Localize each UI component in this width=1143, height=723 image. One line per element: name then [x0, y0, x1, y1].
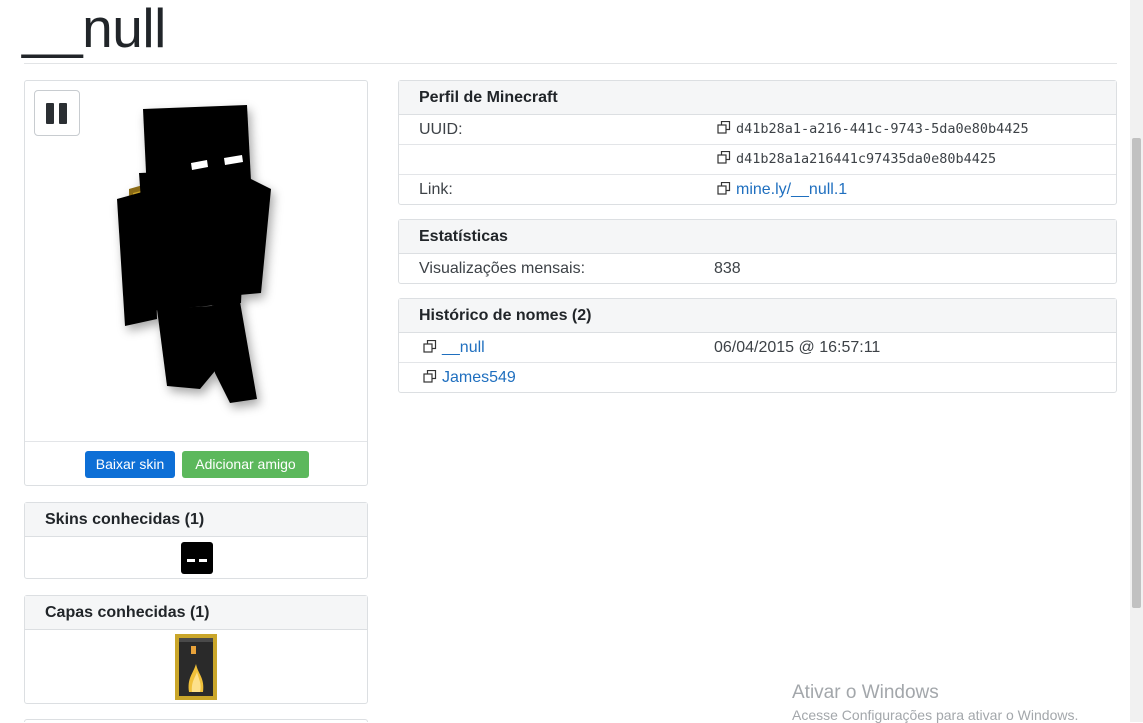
uuid-plain-row: d41b28a1a216441c97435da0e80b4425: [399, 145, 1116, 175]
cape-thumbnail[interactable]: [175, 634, 217, 700]
minecraft-profile-card: Perfil de Minecraft UUID: d41b28a1-a216-…: [398, 80, 1117, 205]
name-history-title: Histórico de nomes (2): [399, 299, 1116, 333]
known-capes-title: Capas conhecidas (1): [25, 596, 367, 630]
uuid-row: UUID: d41b28a1-a216-441c-9743-5da0e80b44…: [399, 115, 1116, 145]
monthly-views-row: Visualizações mensais: 838: [399, 254, 1116, 283]
name-history-row: James549: [399, 363, 1116, 392]
add-friend-button[interactable]: Adicionar amigo: [182, 451, 309, 478]
windows-activation-watermark: Ativar o Windows Acesse Configurações pa…: [792, 682, 1078, 723]
scrollbar-track[interactable]: [1130, 0, 1143, 722]
copy-icon[interactable]: [423, 370, 437, 383]
monthly-views-label: Visualizações mensais:: [419, 260, 586, 277]
link-row: Link: mine.ly/__null.1: [399, 175, 1116, 204]
page-title: __null: [22, 0, 166, 59]
profile-link[interactable]: mine.ly/__null.1: [736, 181, 847, 198]
statistics-card: Estatísticas Visualizações mensais: 838: [398, 219, 1117, 284]
copy-icon[interactable]: [717, 151, 731, 164]
copy-icon[interactable]: [423, 340, 437, 353]
link-label: Link:: [419, 181, 453, 198]
known-skins-title: Skins conhecidas (1): [25, 503, 367, 537]
known-skins-card: Skins conhecidas (1): [24, 502, 368, 579]
skin-viewer-card: Baixar skin Adicionar amigo: [24, 80, 368, 486]
minecraft-profile-title: Perfil de Minecraft: [399, 81, 1116, 115]
known-capes-card: Capas conhecidas (1): [24, 595, 368, 704]
download-skin-button[interactable]: Baixar skin: [85, 451, 175, 478]
scrollbar-thumb[interactable]: [1132, 138, 1141, 608]
skin-3d-preview[interactable]: [25, 81, 367, 441]
name-history-card: Histórico de nomes (2) __null 06/04/2015…: [398, 298, 1117, 393]
uuid-value[interactable]: d41b28a1-a216-441c-9743-5da0e80b4425: [736, 121, 1029, 137]
name-link[interactable]: __null: [442, 339, 485, 356]
skin-thumbnail[interactable]: [180, 541, 214, 575]
watermark-subtitle: Acesse Configurações para ativar o Windo…: [792, 707, 1079, 723]
copy-icon[interactable]: [717, 121, 731, 134]
copy-icon[interactable]: [717, 182, 731, 195]
uuid-label: UUID:: [419, 121, 463, 138]
title-divider: [24, 63, 1117, 64]
name-link[interactable]: James549: [442, 369, 516, 386]
uuid-plain-value[interactable]: d41b28a1a216441c97435da0e80b4425: [736, 151, 996, 167]
skin-viewer-footer-divider: [25, 441, 367, 442]
statistics-title: Estatísticas: [399, 220, 1116, 254]
name-change-date: 06/04/2015 @ 16:57:11: [714, 339, 881, 356]
name-history-row: __null 06/04/2015 @ 16:57:11: [399, 333, 1116, 363]
watermark-title: Ativar o Windows: [792, 682, 939, 703]
monthly-views-value: 838: [714, 260, 741, 277]
skin-head: [143, 105, 251, 193]
